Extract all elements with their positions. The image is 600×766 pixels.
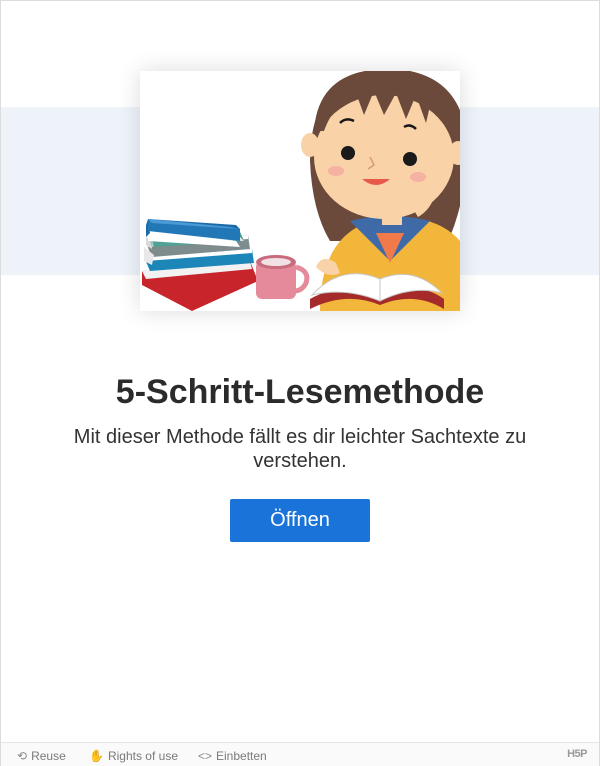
embed-button[interactable]: <> Einbetten — [198, 749, 267, 763]
rights-label: Rights of use — [107, 749, 178, 763]
embed-label: Einbetten — [216, 749, 267, 763]
h5p-content-frame: 5-Schritt-Lesemethode Mit dieser Methode… — [0, 0, 600, 766]
girl-reading-illustration — [140, 71, 460, 311]
h5p-footer: ⟲ Reuse ✋ Rights of use <> Einbetten H5P — [1, 742, 599, 766]
reuse-icon: ⟲ — [17, 749, 28, 763]
cover-image — [140, 71, 460, 311]
description-text: Mit dieser Methode fällt es dir leichter… — [73, 426, 527, 472]
reuse-button[interactable]: ⟲ Reuse — [17, 749, 66, 763]
reuse-label: Reuse — [31, 749, 66, 763]
handshake-icon: ✋ — [89, 749, 104, 763]
rights-of-use-button[interactable]: ✋ Rights of use — [89, 749, 178, 763]
open-button[interactable]: Öffnen — [230, 499, 370, 542]
code-icon: <> — [198, 749, 213, 763]
page-title: 5-Schritt-Lesemethode — [115, 373, 485, 411]
h5p-logo[interactable]: H5P — [567, 748, 587, 760]
